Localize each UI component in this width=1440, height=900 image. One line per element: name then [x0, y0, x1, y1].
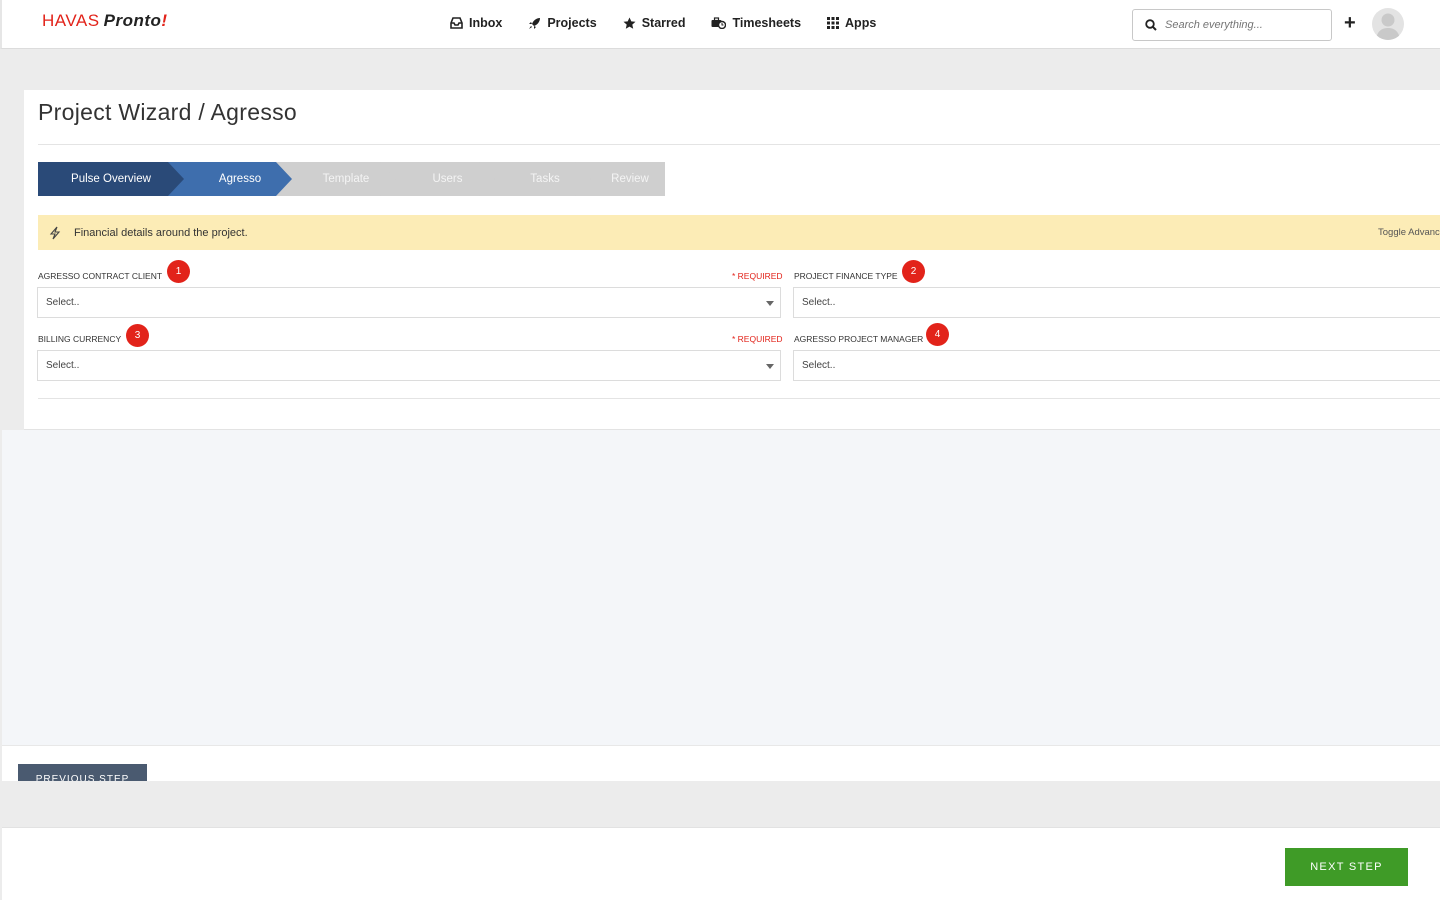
- required-indicator: * REQUIRED: [732, 334, 783, 344]
- inbox-icon: [450, 17, 463, 29]
- page-title: Project Wizard / Agresso: [38, 99, 298, 125]
- annotation-badge-3: 3: [126, 324, 149, 347]
- form-divider: [38, 398, 1440, 399]
- agresso-contract-client-label: AGRESSO CONTRACT CLIENT: [38, 271, 163, 281]
- content-background: [2, 430, 1440, 745]
- wizard-step-agresso[interactable]: Agresso: [188, 162, 292, 196]
- nav-projects-label: Projects: [547, 16, 597, 30]
- agresso-project-manager-select[interactable]: Select..: [793, 350, 1440, 381]
- annotation-badge-2: 2: [902, 260, 925, 283]
- wizard-panel: Project Wizard / Agresso Pulse Overview …: [24, 90, 1440, 430]
- nav-inbox[interactable]: Inbox: [450, 16, 502, 30]
- top-navbar: HAVAS Pronto! Inbox Projects Starred Time…: [0, 0, 1440, 49]
- select-value: Select..: [46, 297, 80, 308]
- wizard-step-template[interactable]: Template: [296, 162, 396, 196]
- wizard-step-pulse-overview[interactable]: Pulse Overview: [38, 162, 184, 196]
- billing-currency-select[interactable]: Select..: [37, 350, 781, 381]
- select-value: Select..: [46, 360, 80, 371]
- wizard-step-users[interactable]: Users: [400, 162, 495, 196]
- wizard-actions-bar: PREVIOUS STEP: [2, 745, 1440, 781]
- title-divider: [38, 144, 1440, 145]
- wizard-step-tasks[interactable]: Tasks: [499, 162, 591, 196]
- user-silhouette-icon: [1376, 13, 1400, 40]
- wizard-step-label: Template: [322, 173, 370, 185]
- wizard-steps: Pulse Overview Agresso Template Users Ta…: [38, 162, 665, 196]
- nav-projects[interactable]: Projects: [528, 16, 597, 30]
- agresso-contract-client-select[interactable]: Select..: [37, 287, 781, 318]
- toggle-advanced-link[interactable]: Toggle Advanced: [1378, 227, 1440, 238]
- main-nav: Inbox Projects Starred Timesheets Apps: [450, 16, 902, 30]
- briefcase-clock-icon: [711, 17, 727, 29]
- nav-starred[interactable]: Starred: [623, 16, 686, 30]
- next-step-button[interactable]: NEXT STEP: [1285, 848, 1408, 886]
- select-value: Select..: [802, 297, 836, 308]
- search-icon: [1145, 19, 1157, 31]
- nav-apps-label: Apps: [845, 16, 877, 30]
- footer-spacer: [2, 781, 1440, 827]
- wizard-step-label: Users: [432, 173, 463, 185]
- logo-mark: !: [161, 11, 168, 30]
- annotation-badge-1: 1: [167, 260, 190, 283]
- global-search[interactable]: [1132, 9, 1332, 41]
- logo-havas-text: HAVAS: [42, 11, 100, 30]
- grid-icon: [827, 17, 840, 29]
- add-new-button[interactable]: +: [1344, 13, 1360, 33]
- nav-inbox-label: Inbox: [469, 16, 503, 30]
- havas-pronto-logo[interactable]: HAVAS Pronto!: [42, 11, 168, 31]
- select-value: Select..: [802, 360, 836, 371]
- chevron-down-icon: [766, 301, 774, 306]
- nav-apps[interactable]: Apps: [827, 16, 876, 30]
- wizard-step-review[interactable]: Review: [595, 162, 665, 196]
- agresso-project-manager-label: AGRESSO PROJECT MANAGER: [794, 334, 924, 344]
- search-input[interactable]: [1165, 19, 1325, 31]
- project-finance-type-select[interactable]: Select..: [793, 287, 1440, 318]
- footer-bar: NEXT STEP: [2, 827, 1440, 900]
- star-icon: [623, 17, 636, 29]
- rocket-icon: [529, 17, 541, 29]
- annotation-badge-4: 4: [926, 323, 949, 346]
- chevron-down-icon: [766, 364, 774, 369]
- nav-starred-label: Starred: [641, 16, 686, 30]
- bolt-icon: [49, 226, 61, 239]
- banner-text: Financial details around the project.: [74, 226, 248, 239]
- wizard-step-label: Agresso: [218, 173, 262, 185]
- nav-timesheets-label: Timesheets: [732, 16, 802, 30]
- user-avatar[interactable]: [1372, 8, 1404, 40]
- info-banner: Financial details around the project. To…: [38, 215, 1440, 250]
- billing-currency-label: BILLING CURRENCY: [38, 334, 122, 344]
- wizard-step-label: Tasks: [530, 173, 560, 185]
- required-indicator: * REQUIRED: [732, 271, 783, 281]
- wizard-step-label: Pulse Overview: [71, 173, 151, 185]
- wizard-step-label: Review: [611, 173, 649, 185]
- nav-timesheets[interactable]: Timesheets: [711, 16, 801, 30]
- previous-step-button[interactable]: PREVIOUS STEP: [18, 764, 147, 781]
- logo-pronto-text: Pronto: [103, 11, 162, 30]
- project-finance-type-label: PROJECT FINANCE TYPE: [794, 271, 898, 281]
